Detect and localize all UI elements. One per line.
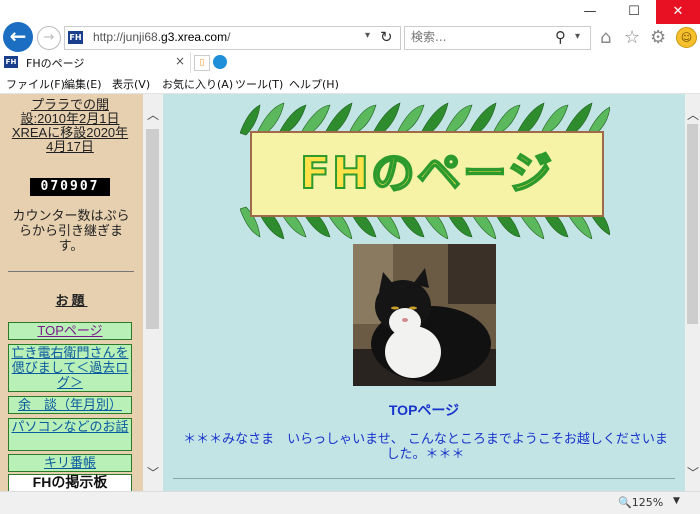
address-dropdown-icon[interactable]: ▾ xyxy=(365,30,370,41)
tab-title: FHのページ xyxy=(26,57,85,70)
edge-browser-icon[interactable] xyxy=(213,55,227,69)
title-bar: — ☐ ✕ xyxy=(0,0,700,24)
menu-file[interactable]: ファイル(F) xyxy=(6,76,65,92)
sidebar-item-bbs[interactable]: FHの掲示板 xyxy=(8,474,132,491)
cat-photo xyxy=(353,244,496,386)
minimize-button[interactable]: — xyxy=(568,0,612,24)
page-banner: FHのページ xyxy=(240,101,610,239)
page-subtitle: TOPページ xyxy=(388,402,460,418)
tab-favicon-icon: FH xyxy=(4,56,18,68)
scroll-up-icon[interactable]: ︿ xyxy=(147,106,159,123)
sidebar-heading: お題 xyxy=(55,294,88,309)
counter-note: カウンター数はぷら らから引き継ぎま す。 xyxy=(4,208,138,253)
search-box[interactable]: ⚲ ▾ xyxy=(404,26,591,50)
sidebar-item-top-page[interactable]: TOPページ xyxy=(8,322,132,340)
welcome-message: ＊＊＊みなさま いらっしゃいませ、 こんなところまでようこそお越しくださいま し… xyxy=(173,432,678,462)
intro-line: 4月17日 xyxy=(46,139,94,154)
main-frame: FHのページ TOPページ ＊＊＊みなさま いらっしゃいませ、 こんなところまで… xyxy=(163,94,685,491)
tab-bar: FH FHのページ × ▯ xyxy=(0,52,700,73)
status-bar: 🔍125% ▼ xyxy=(0,491,700,514)
favorites-star-icon[interactable]: ☆ xyxy=(624,27,640,48)
welcome-line: ＊＊＊みなさま いらっしゃいませ、 こんなところまでようこそお越しくださいま xyxy=(183,432,668,447)
sidebar-scrollbar[interactable]: ︿ ﹀ xyxy=(143,94,163,491)
scroll-down-icon[interactable]: ﹀ xyxy=(687,464,699,481)
zoom-dropdown-icon[interactable]: ▼ xyxy=(673,496,680,506)
tab-active[interactable]: FH FHのページ × xyxy=(0,52,191,73)
sidebar-scroll-thumb[interactable] xyxy=(146,129,159,329)
forward-button[interactable]: → xyxy=(37,26,61,50)
back-button[interactable]: ← xyxy=(3,22,33,52)
sidebar-frame: プララでの開 設:2010年2月1日 XREAに移設2020年 4月17日 07… xyxy=(0,94,143,491)
cat-image-icon xyxy=(353,244,496,386)
menu-bar: ファイル(F) 編集(E) 表示(V) お気に入り(A) ツール(T) ヘルプ(… xyxy=(0,73,700,94)
intro-line: 設:2010年2月1日 xyxy=(20,111,120,126)
site-favicon-icon: FH xyxy=(68,31,83,44)
zoom-icon: 🔍 xyxy=(618,496,632,509)
refresh-icon[interactable]: ↻ xyxy=(380,28,393,46)
menu-edit[interactable]: 編集(E) xyxy=(64,76,102,92)
counter-note-line: カウンター数はぷら xyxy=(12,208,130,223)
sidebar-item-past-log[interactable]: 亡き電右衛門さんを偲びまして＜過去ログ＞ xyxy=(8,344,132,392)
counter-note-line: らから引き継ぎま xyxy=(18,223,123,238)
close-button[interactable]: ✕ xyxy=(656,0,700,24)
home-icon[interactable]: ⌂ xyxy=(600,27,611,48)
sidebar-divider xyxy=(8,271,134,272)
menu-view[interactable]: 表示(V) xyxy=(112,76,150,92)
sidebar-item-kiriban[interactable]: キリ番帳 xyxy=(8,454,132,472)
settings-gear-icon[interactable]: ⚙ xyxy=(650,27,666,48)
tab-close-icon[interactable]: × xyxy=(175,54,185,68)
zoom-value: 125% xyxy=(631,496,664,509)
maximize-button[interactable]: ☐ xyxy=(612,0,656,24)
feedback-smile-icon[interactable]: ☺ xyxy=(676,27,697,48)
counter-note-line: す。 xyxy=(58,238,84,253)
main-scroll-thumb[interactable] xyxy=(687,124,698,324)
search-input[interactable] xyxy=(411,30,541,44)
intro-line: プララでの開 xyxy=(30,97,109,112)
address-bar[interactable]: FH http://junji68.g3.xrea.com/ ▾ ↻ xyxy=(64,26,401,50)
sidebar-item-yodan[interactable]: 余 談（年月別） xyxy=(8,396,132,414)
intro-line: XREAに移設2020年 xyxy=(11,125,129,140)
sidebar-item-pc-talk[interactable]: パソコンなどのお話 xyxy=(8,418,132,451)
menu-favorites[interactable]: お気に入り(A) xyxy=(162,76,233,92)
main-divider xyxy=(173,478,675,479)
new-tab-icon[interactable]: ▯ xyxy=(194,55,210,71)
banner-title: FHのページ xyxy=(299,147,554,200)
welcome-line: した。＊＊＊ xyxy=(386,447,465,462)
scroll-down-icon[interactable]: ﹀ xyxy=(147,464,159,481)
scroll-up-icon[interactable]: ︿ xyxy=(687,106,699,123)
visitor-counter: 070907 xyxy=(30,178,110,196)
site-history-text: プララでの開 設:2010年2月1日 XREAに移設2020年 4月17日 xyxy=(2,98,138,154)
menu-help[interactable]: ヘルプ(H) xyxy=(289,76,339,92)
search-icon[interactable]: ⚲ xyxy=(555,28,566,46)
search-dropdown-icon[interactable]: ▾ xyxy=(575,31,580,42)
zoom-level[interactable]: 🔍125% xyxy=(618,496,663,509)
url-text[interactable]: http://junji68.g3.xrea.com/ xyxy=(93,30,230,44)
main-scrollbar[interactable]: ︿ ﹀ xyxy=(685,94,700,491)
menu-tools[interactable]: ツール(T) xyxy=(235,76,283,92)
